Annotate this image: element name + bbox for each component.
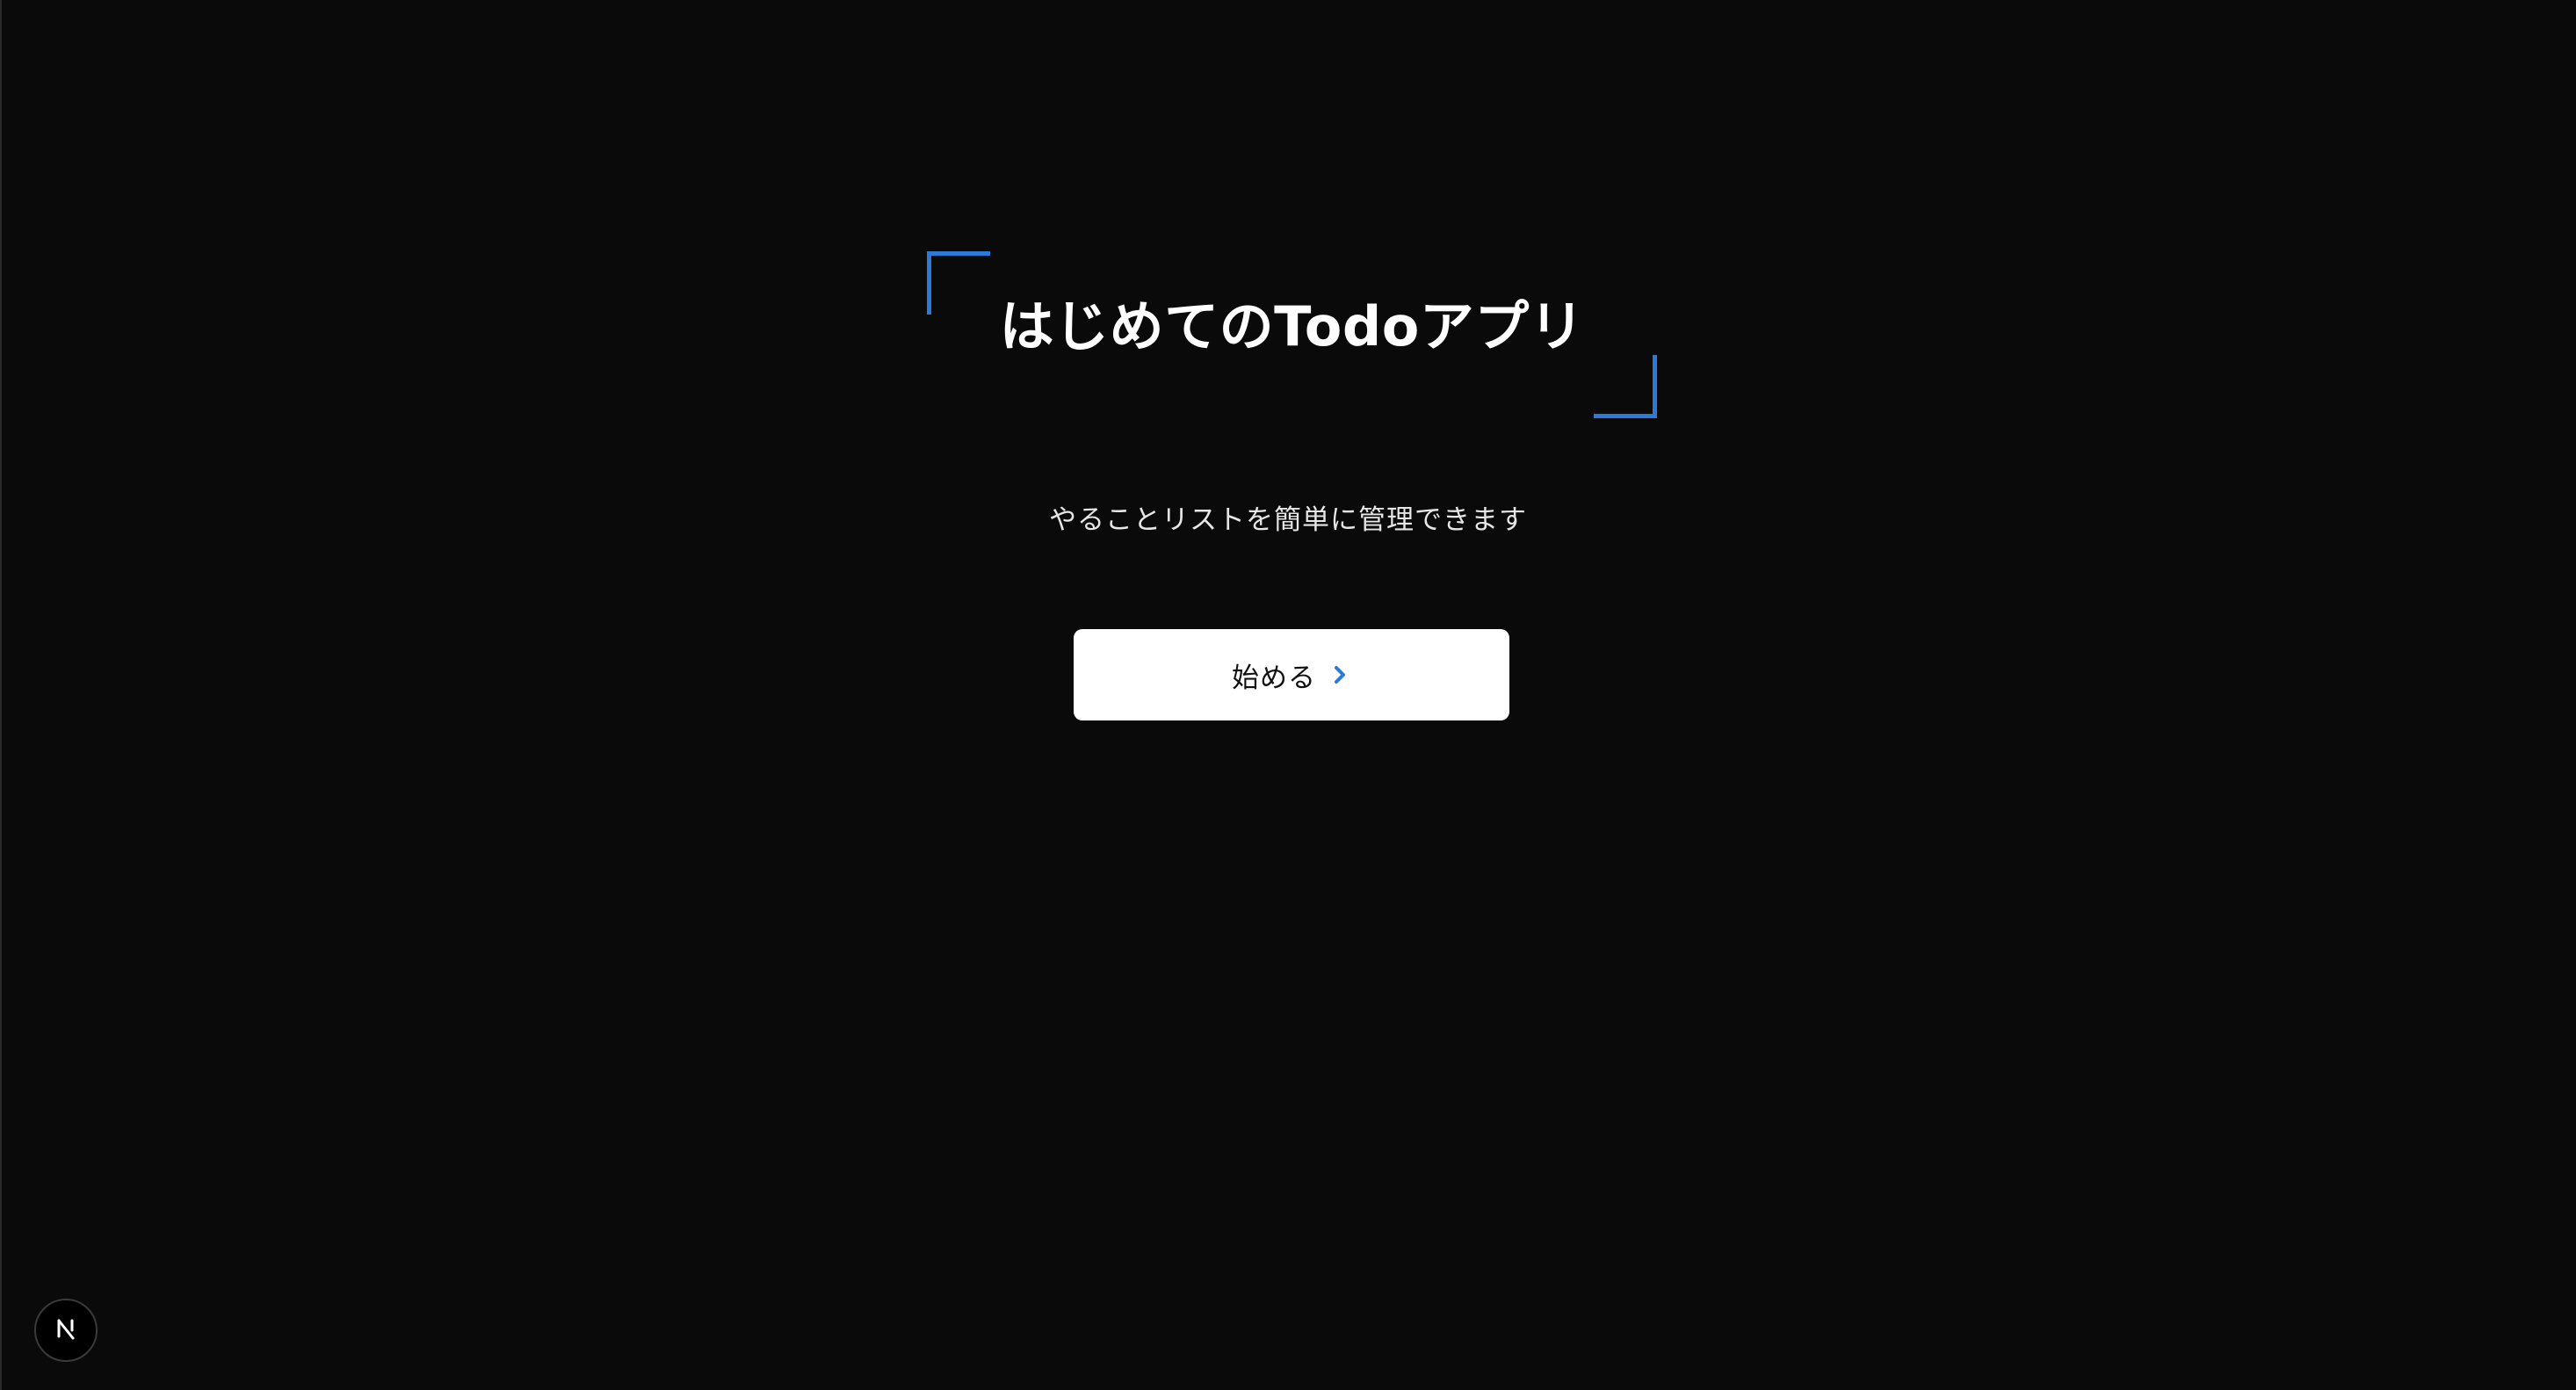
start-button[interactable]: 始める bbox=[1074, 629, 1509, 720]
start-button-label: 始める bbox=[1232, 662, 1316, 694]
chevron-right-icon bbox=[1328, 663, 1351, 686]
window-edge bbox=[0, 0, 2, 1390]
page-subtitle: やることリストを簡単に管理できます bbox=[1049, 504, 1527, 536]
hero-title-frame: はじめてのTodoアプリ bbox=[927, 251, 1657, 418]
nextjs-dev-indicator-button[interactable] bbox=[34, 1299, 98, 1362]
page-title: はじめてのTodoアプリ bbox=[999, 294, 1585, 358]
corner-bracket-bottom-right bbox=[1594, 355, 1657, 418]
nextjs-logo-icon bbox=[53, 1315, 79, 1345]
